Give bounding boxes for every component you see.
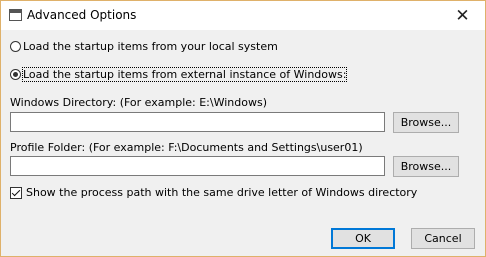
local-system-label: Load the startup items from your local s…: [23, 40, 278, 53]
title-bar: Advanced Options ✕: [1, 1, 485, 30]
dialog-content: Load the startup items from your local s…: [1, 30, 485, 256]
window-title: Advanced Options: [27, 8, 137, 22]
profile-folder-browse-button[interactable]: Browse...: [393, 156, 459, 177]
close-button[interactable]: ✕: [440, 1, 485, 30]
profile-folder-input[interactable]: [10, 156, 385, 176]
profile-folder-label: Profile Folder: (For example: F:\Documen…: [10, 141, 363, 154]
window-icon: [9, 9, 22, 21]
external-instance-radio[interactable]: [10, 69, 21, 80]
same-drive-label: Show the process path with the same driv…: [26, 186, 418, 199]
external-instance-label: Load the startup items from external ins…: [21, 67, 348, 82]
windows-directory-input[interactable]: [10, 112, 385, 132]
windows-directory-label: Windows Directory: (For example: E:\Wind…: [10, 96, 267, 109]
local-system-radio[interactable]: [10, 41, 21, 52]
ok-button[interactable]: OK: [331, 228, 395, 249]
external-instance-option[interactable]: Load the startup items from external ins…: [10, 67, 348, 82]
cancel-button[interactable]: Cancel: [411, 228, 475, 249]
advanced-options-dialog: Advanced Options ✕ Load the startup item…: [0, 0, 486, 257]
local-system-option[interactable]: Load the startup items from your local s…: [10, 40, 278, 53]
same-drive-checkbox[interactable]: [10, 186, 22, 199]
same-drive-option[interactable]: Show the process path with the same driv…: [10, 186, 417, 199]
windows-directory-browse-button[interactable]: Browse...: [393, 112, 459, 133]
